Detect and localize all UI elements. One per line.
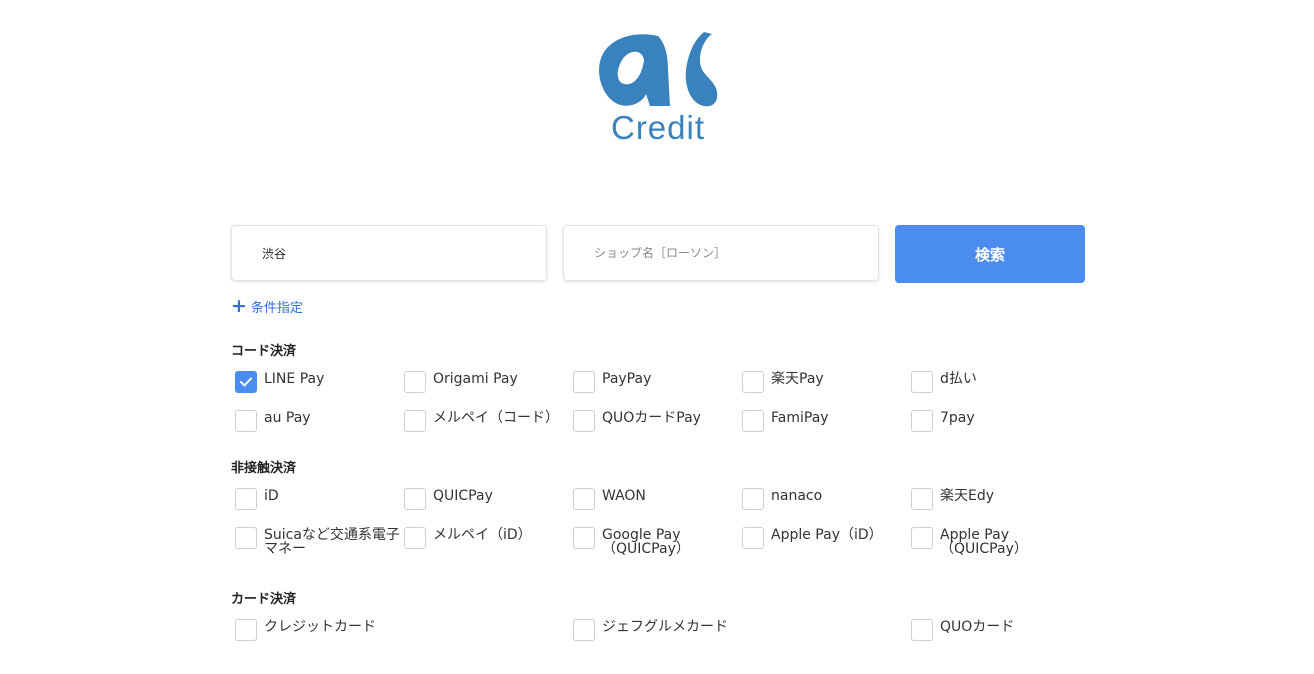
checkbox-label: Suicaなど交通系電子マネー [264, 527, 400, 557]
checkbox-label: Apple Pay（QUICPay） [940, 527, 1028, 557]
checkbox-option[interactable]: ジェフグルメカード [573, 619, 738, 641]
checkbox[interactable] [911, 371, 933, 393]
checkbox-option[interactable]: 楽天Edy [911, 488, 1076, 510]
checkbox[interactable] [404, 410, 426, 432]
checkbox-label: iD [264, 488, 279, 504]
checkbox-label: QUOカード [940, 619, 1015, 635]
checkbox-label: au Pay [264, 410, 311, 426]
page: Credit 検索 + 条件指定 コード決済 非接触決済 カード決済 LINE … [0, 0, 1314, 674]
checkbox[interactable] [573, 488, 595, 510]
logo-mark-icon [599, 32, 718, 107]
checkbox-label: nanaco [771, 488, 823, 504]
checkbox-option[interactable]: Apple Pay（iD） [742, 527, 907, 549]
checkbox-option[interactable]: LINE Pay [235, 371, 400, 393]
checkbox-option[interactable]: iD [235, 488, 400, 510]
section-title-card: カード決済 [231, 592, 297, 607]
checkbox[interactable] [573, 371, 595, 393]
checkbox-label: Apple Pay（iD） [771, 527, 883, 543]
logo: Credit [596, 30, 720, 150]
checkbox[interactable] [742, 410, 764, 432]
checkbox-label: 7pay [940, 410, 975, 426]
checkbox-option[interactable]: Google Pay（QUICPay） [573, 527, 738, 556]
checkbox-option[interactable]: FamiPay [742, 410, 907, 432]
logo-text: Credit [610, 109, 706, 146]
checkbox-label: QUOカードPay [602, 410, 701, 426]
checkbox[interactable] [235, 488, 257, 510]
checkbox-option[interactable]: QUOカードPay [573, 410, 738, 432]
checkbox[interactable] [235, 527, 257, 549]
checkbox[interactable] [911, 410, 933, 432]
checkbox-label: 楽天Pay [771, 371, 824, 387]
checkbox-option[interactable]: Origami Pay [404, 371, 569, 393]
checkbox-label: FamiPay [771, 410, 829, 426]
checkbox-option[interactable]: 楽天Pay [742, 371, 907, 393]
checkbox-option[interactable]: Suicaなど交通系電子マネー [235, 527, 400, 556]
checkbox-option[interactable]: QUOカード [911, 619, 1076, 641]
checkbox[interactable] [573, 410, 595, 432]
check-icon [240, 377, 252, 387]
checkbox-label: WAON [602, 488, 646, 504]
checkbox-option[interactable]: WAON [573, 488, 738, 510]
checkbox[interactable] [404, 527, 426, 549]
checkbox-option[interactable]: メルペイ（コード） [404, 410, 569, 432]
checkbox-label: クレジットカード [264, 619, 376, 635]
checkbox[interactable] [404, 488, 426, 510]
search-button[interactable]: 検索 [895, 225, 1085, 283]
checkbox-label: d払い [940, 371, 977, 387]
conditions-toggle-link[interactable]: + 条件指定 [231, 296, 303, 316]
checkbox[interactable] [742, 371, 764, 393]
area-search-input[interactable] [231, 225, 547, 281]
checkbox-label: メルペイ（iD） [433, 527, 532, 543]
checkbox-option[interactable]: 7pay [911, 410, 1076, 432]
checkbox-label: メルペイ（コード） [433, 410, 559, 426]
plus-icon: + [231, 295, 247, 317]
checkbox[interactable] [235, 410, 257, 432]
conditions-link-label: 条件指定 [250, 300, 303, 316]
checkbox-label: QUICPay [433, 488, 493, 504]
checkbox-label: ジェフグルメカード [602, 619, 728, 635]
checkbox-option[interactable]: d払い [911, 371, 1076, 393]
checkbox[interactable] [742, 488, 764, 510]
checkbox-option[interactable]: Apple Pay（QUICPay） [911, 527, 1076, 556]
section-title-code: コード決済 [231, 344, 297, 359]
checkbox-option[interactable]: QUICPay [404, 488, 569, 510]
checkbox-label: 楽天Edy [940, 488, 995, 504]
checkbox-label: Google Pay（QUICPay） [602, 527, 690, 557]
checkbox-label: PayPay [602, 371, 652, 387]
checkbox-option[interactable]: PayPay [573, 371, 738, 393]
checkbox[interactable] [404, 371, 426, 393]
checkbox-option[interactable]: クレジットカード [235, 619, 400, 641]
checkbox[interactable] [742, 527, 764, 549]
shop-name-search-input[interactable] [563, 225, 879, 281]
section-title-contactless: 非接触決済 [231, 461, 297, 476]
checkbox-option[interactable]: nanaco [742, 488, 907, 510]
checkbox-option[interactable]: メルペイ（iD） [404, 527, 569, 549]
checkbox[interactable] [573, 527, 595, 549]
checkbox[interactable] [911, 488, 933, 510]
checkbox-label: Origami Pay [433, 371, 518, 387]
checkbox[interactable] [235, 619, 257, 641]
checkbox[interactable] [911, 527, 933, 549]
checkbox[interactable] [573, 619, 595, 641]
checkbox-label: LINE Pay [264, 371, 325, 387]
checkbox[interactable] [911, 619, 933, 641]
checkbox[interactable] [235, 371, 257, 393]
checkbox-option[interactable]: au Pay [235, 410, 400, 432]
